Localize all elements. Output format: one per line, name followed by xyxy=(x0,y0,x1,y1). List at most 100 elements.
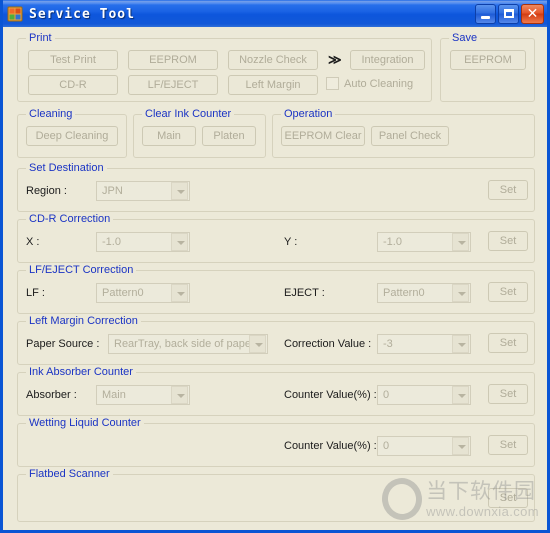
minimize-icon xyxy=(481,16,490,19)
ink-absorber-counter-legend: Ink Absorber Counter xyxy=(26,366,136,378)
chevron-down-icon[interactable] xyxy=(171,386,188,404)
clear-ink-main-label: Main xyxy=(157,130,181,142)
operation-group-legend: Operation xyxy=(281,108,336,120)
correction-value-select[interactable]: -3 xyxy=(377,334,471,354)
chevron-down-icon[interactable] xyxy=(249,335,266,353)
save-group-legend: Save xyxy=(449,32,481,44)
lf-eject-label: LF/EJECT xyxy=(147,79,199,91)
nozzle-check-button[interactable]: Nozzle Check xyxy=(228,50,318,70)
wetting-liquid-counter-set-button[interactable]: Set xyxy=(488,435,528,455)
chevron-down-icon[interactable] xyxy=(452,386,469,404)
save-eeprom-button[interactable]: EEPROM xyxy=(450,50,526,70)
panel-check-label: Panel Check xyxy=(378,130,442,142)
panel-check-button[interactable]: Panel Check xyxy=(371,126,449,146)
region-label: Region : xyxy=(26,185,67,197)
chevron-down-icon[interactable] xyxy=(452,335,469,353)
eject-select[interactable]: Pattern0 xyxy=(377,283,471,303)
paper-source-value: RearTray, back side of paper xyxy=(114,338,249,350)
close-button[interactable]: ✕ xyxy=(521,4,544,24)
absorber-label: Absorber : xyxy=(26,389,77,401)
lf-eject-correction-legend: LF/EJECT Correction xyxy=(26,264,137,276)
chevron-down-icon[interactable] xyxy=(452,233,469,251)
integration-label: Integration xyxy=(361,54,414,66)
cdr-x-value: -1.0 xyxy=(102,236,121,248)
eeprom-clear-button[interactable]: EEPROM Clear xyxy=(281,126,365,146)
set-destination-set-button[interactable]: Set xyxy=(488,180,528,200)
chevron-down-icon[interactable] xyxy=(452,284,469,302)
window-title: Service Tool xyxy=(29,6,135,22)
left-margin-correction-legend: Left Margin Correction xyxy=(26,315,141,327)
save-group: Save EEPROM xyxy=(440,32,535,102)
ink-absorber-counter-set-button[interactable]: Set xyxy=(488,384,528,404)
lf-select[interactable]: Pattern0 xyxy=(96,283,190,303)
test-print-button[interactable]: Test Print xyxy=(28,50,118,70)
wetting-liquid-counter-value-select[interactable]: 0 xyxy=(377,436,471,456)
cdr-x-select[interactable]: -1.0 xyxy=(96,232,190,252)
ink-absorber-counter-value-select[interactable]: 0 xyxy=(377,385,471,405)
set-destination-set-label: Set xyxy=(499,184,517,196)
flatbed-scanner-group: Flatbed Scanner Set xyxy=(17,468,535,522)
cleaning-group: Cleaning Deep Cleaning xyxy=(17,108,127,158)
integration-button[interactable]: Integration xyxy=(350,50,425,70)
ink-absorber-counter-value-label: Counter Value(%) : xyxy=(284,389,377,401)
client-area: Print Test Print EEPROM Nozzle Check CD-… xyxy=(3,27,547,530)
cdr-correction-legend: CD-R Correction xyxy=(26,213,114,225)
print-group: Print Test Print EEPROM Nozzle Check CD-… xyxy=(17,32,432,102)
left-margin-button[interactable]: Left Margin xyxy=(228,75,318,95)
region-select[interactable]: JPN xyxy=(96,181,190,201)
cdr-correction-group: CD-R Correction X : -1.0 Y : -1.0 Set xyxy=(17,213,535,263)
correction-value: -3 xyxy=(383,338,393,350)
chevron-down-icon[interactable] xyxy=(171,182,188,200)
absorber-select[interactable]: Main xyxy=(96,385,190,405)
eject-value: Pattern0 xyxy=(383,287,425,299)
chevron-down-icon[interactable] xyxy=(171,284,188,302)
chevron-down-icon[interactable] xyxy=(452,437,469,455)
flatbed-scanner-set-label: Set xyxy=(499,492,517,504)
paper-source-select[interactable]: RearTray, back side of paper xyxy=(108,334,268,354)
lf-label: LF : xyxy=(26,287,45,299)
chevron-down-icon[interactable] xyxy=(171,233,188,251)
lf-eject-correction-group: LF/EJECT Correction LF : Pattern0 EJECT … xyxy=(17,264,535,314)
flatbed-scanner-set-button[interactable]: Set xyxy=(488,488,528,508)
print-group-legend: Print xyxy=(26,32,55,44)
wetting-liquid-counter-value: 0 xyxy=(383,440,390,452)
auto-cleaning-checkbox[interactable]: Auto Cleaning xyxy=(326,77,413,90)
region-value: JPN xyxy=(102,185,123,197)
wetting-liquid-counter-value-label: Counter Value(%) : xyxy=(284,440,377,452)
cdr-correction-set-label: Set xyxy=(499,235,517,247)
clear-ink-main-button[interactable]: Main xyxy=(142,126,196,146)
lf-value: Pattern0 xyxy=(102,287,144,299)
clear-ink-platen-button[interactable]: Platen xyxy=(202,126,256,146)
cdr-y-label: Y : xyxy=(284,236,298,248)
ink-absorber-counter-value: 0 xyxy=(383,389,390,401)
ink-absorber-counter-group: Ink Absorber Counter Absorber : Main Cou… xyxy=(17,366,535,416)
double-chevron-right-icon: ≫ xyxy=(328,52,342,67)
auto-cleaning-label: Auto Cleaning xyxy=(344,77,414,90)
auto-cleaning-checkbox-box xyxy=(326,77,339,90)
wetting-liquid-counter-set-label: Set xyxy=(499,439,517,451)
minimize-button[interactable] xyxy=(475,4,496,24)
cdr-x-label: X : xyxy=(26,236,40,248)
title-bar: Service Tool ✕ xyxy=(3,0,547,27)
close-icon: ✕ xyxy=(526,6,539,22)
print-eeprom-button[interactable]: EEPROM xyxy=(128,50,218,70)
clear-ink-counter-group-legend: Clear Ink Counter xyxy=(142,108,235,120)
maximize-icon xyxy=(504,9,514,18)
titlebar-gloss xyxy=(3,1,547,5)
left-margin-correction-set-button[interactable]: Set xyxy=(488,333,528,353)
absorber-value: Main xyxy=(102,389,126,401)
deep-cleaning-button[interactable]: Deep Cleaning xyxy=(26,126,118,146)
set-destination-legend: Set Destination xyxy=(26,162,107,174)
cdr-correction-set-button[interactable]: Set xyxy=(488,231,528,251)
clear-ink-counter-group: Clear Ink Counter Main Platen xyxy=(133,108,266,158)
lf-eject-button[interactable]: LF/EJECT xyxy=(128,75,218,95)
maximize-button[interactable] xyxy=(498,4,519,24)
left-margin-correction-set-label: Set xyxy=(499,337,517,349)
cdr-y-select[interactable]: -1.0 xyxy=(377,232,471,252)
eeprom-clear-label: EEPROM Clear xyxy=(284,130,362,142)
lf-eject-correction-set-button[interactable]: Set xyxy=(488,282,528,302)
cleaning-group-legend: Cleaning xyxy=(26,108,76,120)
cdr-y-value: -1.0 xyxy=(383,236,402,248)
wetting-liquid-counter-group: Wetting Liquid Counter Counter Value(%) … xyxy=(17,417,535,467)
cd-r-button[interactable]: CD-R xyxy=(28,75,118,95)
